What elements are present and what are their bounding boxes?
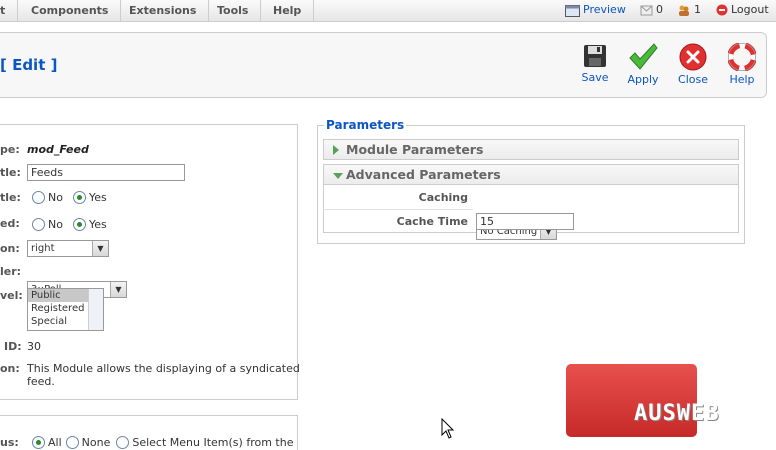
message-icon [640,5,653,15]
page-title: [ Edit ] [0,56,58,74]
chevron-down-icon: ▼ [92,241,108,256]
access-label: vel: [0,289,23,302]
type-label: pe: [0,143,20,156]
close-button[interactable]: Close [671,43,715,86]
show-title-radios: No Yes [32,190,117,204]
param-row-divider [323,209,473,210]
order-label: ler: [0,265,22,278]
help-button[interactable]: Help [720,43,764,86]
cache-time-label: Cache Time [396,215,468,228]
menu-help[interactable]: Help [261,0,315,22]
checkmark-icon [629,43,658,70]
menu-extensions[interactable]: Extensions [117,0,210,22]
title-label: tle: [0,166,21,179]
lifebuoy-icon [728,43,756,71]
id-value: 30 [27,340,41,353]
logout-link[interactable]: Logout [716,0,769,20]
messages-count[interactable]: 0 [640,0,663,20]
menus-none-radio[interactable] [65,435,79,449]
show-title-no-radio[interactable] [32,190,45,204]
apply-button[interactable]: Apply [621,43,665,86]
parameters-legend: Parameters [324,118,407,132]
users-icon [679,5,689,16]
position-label: on: [0,242,20,255]
cache-time-input[interactable]: 15 [476,213,574,230]
access-level-listbox[interactable]: Public Registered Special [27,288,104,331]
menus-select-radio[interactable] [116,435,130,449]
advanced-parameters-toggle[interactable]: Advanced Parameters [323,164,739,185]
enabled-label: ed: [0,217,20,230]
module-type-value: mod_Feed [27,143,89,156]
enabled-no-radio[interactable] [32,217,45,231]
arrow-right-icon [333,145,339,155]
enabled-radios: No Yes [32,217,117,231]
caching-label: Caching [418,191,468,204]
description-label: on: [0,362,20,375]
save-button[interactable]: Save [573,43,617,84]
users-online[interactable]: 1 [677,0,701,20]
close-icon [679,43,707,71]
mouse-cursor-icon [441,418,455,439]
chevron-down-icon: ▼ [110,282,126,297]
position-select[interactable]: right ▼ [27,240,109,257]
menus-label: us: [0,436,19,449]
title-input[interactable]: Feeds [27,164,185,181]
menu-tools[interactable]: Tools [205,0,262,22]
description-text: This Module allows the displaying of a s… [27,362,300,388]
save-icon [584,45,606,67]
preview-icon [565,4,580,17]
show-title-yes-radio[interactable] [72,190,86,204]
listbox-scrollbar[interactable] [88,289,103,330]
menus-all-radio[interactable] [32,435,45,449]
menu-site[interactable]: t [0,0,19,22]
preview-link[interactable]: Preview [565,0,626,20]
show-title-label: tle: [0,191,21,204]
menus-radios: All None Select Menu Item(s) from the [32,435,303,449]
watermark-text: AUSWEB [634,401,720,426]
id-label: ID: [4,340,22,353]
enabled-yes-radio[interactable] [72,217,86,231]
logout-icon [716,4,728,16]
menu-components[interactable]: Components [19,0,122,22]
arrow-down-icon [333,173,343,179]
module-parameters-toggle[interactable]: Module Parameters [323,139,739,160]
top-menu-bar: t Components Extensions Tools Help Previ… [0,0,776,22]
